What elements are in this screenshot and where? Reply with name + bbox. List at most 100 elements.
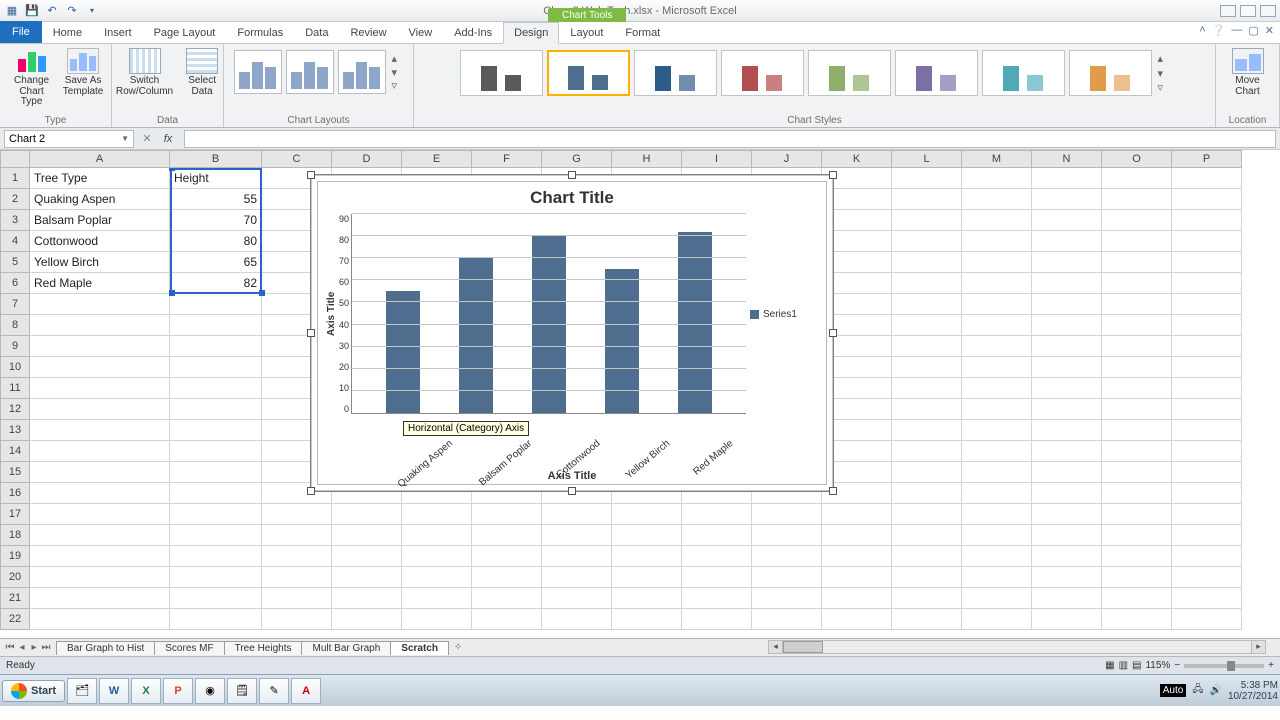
cell[interactable] (1102, 378, 1172, 399)
cell[interactable]: Balsam Poplar (30, 210, 170, 231)
tab-page-layout[interactable]: Page Layout (143, 21, 227, 43)
cell[interactable] (332, 546, 402, 567)
cell[interactable] (30, 546, 170, 567)
cell[interactable] (752, 588, 822, 609)
chart-layout-3[interactable] (338, 50, 386, 94)
cancel-icon[interactable]: ✕ (138, 132, 156, 145)
cell[interactable] (892, 357, 962, 378)
row-header[interactable]: 6 (0, 273, 30, 294)
cell[interactable] (472, 525, 542, 546)
tab-data[interactable]: Data (294, 21, 339, 43)
cell[interactable] (1102, 546, 1172, 567)
row-header[interactable]: 9 (0, 336, 30, 357)
cell[interactable] (962, 336, 1032, 357)
cell[interactable] (1032, 273, 1102, 294)
cell[interactable] (170, 315, 262, 336)
cell[interactable] (542, 546, 612, 567)
cell[interactable] (962, 441, 1032, 462)
cell[interactable] (892, 210, 962, 231)
cell[interactable] (962, 168, 1032, 189)
selection-handle-top[interactable] (169, 168, 175, 171)
cell[interactable] (262, 546, 332, 567)
cell[interactable] (30, 357, 170, 378)
cell[interactable] (892, 399, 962, 420)
cell[interactable] (892, 525, 962, 546)
cell[interactable] (170, 294, 262, 315)
select-all-corner[interactable] (0, 150, 30, 168)
cell[interactable] (1032, 399, 1102, 420)
chart-style-2[interactable] (547, 50, 630, 96)
cell[interactable] (682, 567, 752, 588)
row-header[interactable]: 5 (0, 252, 30, 273)
cell[interactable] (542, 525, 612, 546)
row-header[interactable]: 17 (0, 504, 30, 525)
chart-style-6[interactable] (895, 50, 978, 96)
row-header[interactable]: 14 (0, 441, 30, 462)
cell[interactable] (1172, 294, 1242, 315)
cell[interactable] (1102, 567, 1172, 588)
cell[interactable] (1032, 378, 1102, 399)
cell[interactable] (1032, 525, 1102, 546)
cell[interactable] (1032, 294, 1102, 315)
cell[interactable] (262, 567, 332, 588)
cell[interactable] (892, 567, 962, 588)
cell[interactable] (962, 525, 1032, 546)
cell[interactable] (962, 609, 1032, 630)
sheet-tab[interactable]: Mult Bar Graph (301, 641, 391, 655)
row-header[interactable]: 2 (0, 189, 30, 210)
cell[interactable] (752, 609, 822, 630)
row-header[interactable]: 1 (0, 168, 30, 189)
cell[interactable] (170, 399, 262, 420)
cell[interactable] (1032, 168, 1102, 189)
row-header[interactable]: 7 (0, 294, 30, 315)
horizontal-scrollbar[interactable]: ◂▸ (768, 640, 1266, 654)
row-header[interactable]: 20 (0, 567, 30, 588)
cell[interactable] (962, 504, 1032, 525)
cell[interactable] (30, 294, 170, 315)
cell[interactable] (1172, 546, 1242, 567)
sheet-nav-buttons[interactable]: ⏮◂▸⏭ (0, 642, 56, 653)
cell[interactable] (170, 336, 262, 357)
col-header-i[interactable]: I (682, 150, 752, 168)
cell[interactable] (1172, 504, 1242, 525)
cell[interactable]: Quaking Aspen (30, 189, 170, 210)
cell[interactable] (30, 336, 170, 357)
cell[interactable] (542, 609, 612, 630)
cell[interactable] (1102, 273, 1172, 294)
cell[interactable] (1032, 189, 1102, 210)
sheet-tab-active[interactable]: Scratch (390, 641, 449, 655)
minimize-button[interactable] (1220, 5, 1236, 17)
cell[interactable] (1102, 357, 1172, 378)
cell[interactable] (402, 588, 472, 609)
sheet-tab[interactable]: Tree Heights (224, 641, 303, 655)
cell[interactable] (1102, 441, 1172, 462)
cell[interactable]: Red Maple (30, 273, 170, 294)
chart-layout-1[interactable] (234, 50, 282, 94)
row-header[interactable]: 11 (0, 378, 30, 399)
chart-style-3[interactable] (634, 50, 717, 96)
tray-auto-badge[interactable]: Auto (1160, 684, 1187, 697)
cell[interactable] (262, 525, 332, 546)
cell[interactable] (1102, 483, 1172, 504)
y-axis-title[interactable]: Axis Title (326, 214, 337, 414)
cell[interactable] (170, 588, 262, 609)
plot-area[interactable] (351, 214, 746, 414)
chart-style-7[interactable] (982, 50, 1065, 96)
cell[interactable] (1172, 168, 1242, 189)
cell[interactable] (1032, 462, 1102, 483)
col-header-f[interactable]: F (472, 150, 542, 168)
grid-body[interactable]: Chart Title Axis Title 90807060504030201… (0, 168, 1280, 638)
cell[interactable] (30, 462, 170, 483)
cell[interactable] (962, 462, 1032, 483)
workbook-minimize-icon[interactable]: ― (1231, 24, 1242, 37)
new-sheet-icon[interactable]: ✧ (454, 642, 462, 653)
col-header-k[interactable]: K (822, 150, 892, 168)
cell[interactable] (170, 567, 262, 588)
chart-resize-handle[interactable] (829, 171, 837, 179)
cell[interactable] (170, 525, 262, 546)
cell[interactable]: Yellow Birch (30, 252, 170, 273)
col-header-h[interactable]: H (612, 150, 682, 168)
col-header-m[interactable]: M (962, 150, 1032, 168)
cell[interactable] (170, 420, 262, 441)
cell[interactable] (30, 315, 170, 336)
